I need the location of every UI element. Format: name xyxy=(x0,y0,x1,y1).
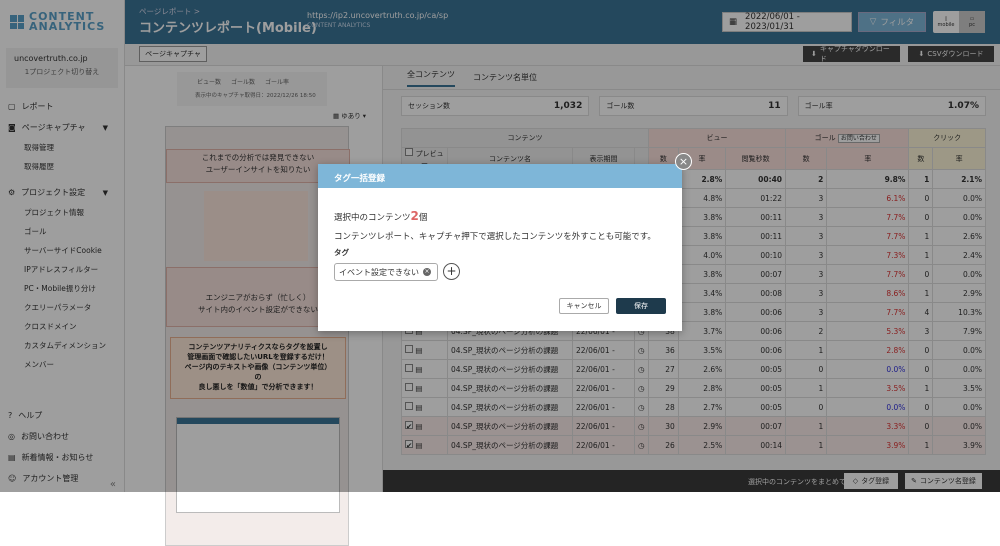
close-icon[interactable]: × xyxy=(675,153,692,170)
save-button[interactable]: 保存 xyxy=(616,298,666,314)
modal-title: タグ一括登録 xyxy=(318,164,682,188)
add-tag-button[interactable]: + xyxy=(443,263,460,280)
tag-label: タグ xyxy=(334,248,349,257)
modal-description: コンテンツレポート、キャプチャ押下で選択したコンテンツを外すことも可能です。 xyxy=(334,232,656,242)
tag-chip[interactable]: イベント設定できない × xyxy=(334,263,438,281)
remove-tag-icon[interactable]: × xyxy=(423,268,431,276)
selected-count-text: 選択中のコンテンツ2個 xyxy=(334,209,428,223)
cancel-button[interactable]: キャンセル xyxy=(559,298,609,314)
tag-register-modal: タグ一括登録 × 選択中のコンテンツ2個 コンテンツレポート、キャプチャ押下で選… xyxy=(318,153,692,331)
